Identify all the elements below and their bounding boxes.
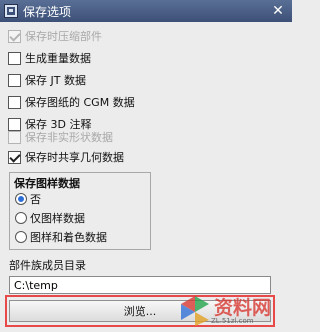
- option-non-solid-shape[interactable]: 保存非实形状数据: [8, 128, 113, 146]
- radio-option-pattern-only[interactable]: 仅图样数据: [15, 209, 85, 226]
- member-directory-label: 部件族成员目录: [9, 259, 86, 272]
- option-jt-data[interactable]: 保存 JT 数据: [8, 71, 86, 89]
- option-label: 保存时压缩部件: [25, 30, 102, 43]
- radio-button-pattern-only[interactable]: [15, 211, 27, 224]
- option-label: 生成重量数据: [25, 52, 91, 65]
- member-directory-input[interactable]: [9, 276, 271, 294]
- dialog-title: 保存选项: [23, 4, 72, 19]
- option-label: 保存 JT 数据: [25, 74, 86, 87]
- option-label: 保存图纸的 CGM 数据: [25, 96, 135, 109]
- checkbox-share-geometry[interactable]: [8, 150, 21, 164]
- option-compress-part[interactable]: 保存时压缩部件: [8, 27, 102, 45]
- checkbox-non-solid-shape[interactable]: [8, 130, 21, 144]
- radio-option-pattern-shaded[interactable]: 图样和着色数据: [15, 228, 107, 245]
- checkbox-weight-data[interactable]: [8, 51, 21, 65]
- pattern-data-group: 保存图样数据 否 仅图样数据 图样和着色数据: [9, 172, 151, 250]
- radio-label: 图样和着色数据: [30, 230, 107, 244]
- option-cgm-data[interactable]: 保存图纸的 CGM 数据: [8, 93, 135, 111]
- option-share-geometry[interactable]: 保存时共享几何数据: [8, 148, 124, 166]
- option-weight-data[interactable]: 生成重量数据: [8, 49, 91, 67]
- radio-option-no[interactable]: 否: [15, 190, 41, 207]
- radio-button-no[interactable]: [15, 192, 27, 205]
- radio-label: 仅图样数据: [30, 211, 85, 225]
- group-title: 保存图样数据: [14, 177, 80, 190]
- checkbox-cgm-data[interactable]: [8, 95, 21, 109]
- checkbox-jt-data[interactable]: [8, 73, 21, 87]
- radio-label: 否: [30, 192, 41, 206]
- option-label: 保存非实形状数据: [25, 131, 113, 144]
- save-options-dialog: 保存选项 ✕ 保存时压缩部件 生成重量数据 保存 JT 数据 保存图纸的 CGM…: [0, 0, 292, 332]
- close-icon[interactable]: ✕: [270, 3, 286, 19]
- option-label: 保存时共享几何数据: [25, 151, 124, 164]
- radio-button-pattern-shaded[interactable]: [15, 230, 27, 243]
- checkbox-compress-part[interactable]: [8, 29, 21, 43]
- title-bar[interactable]: 保存选项 ✕: [0, 0, 292, 22]
- app-icon: [4, 4, 18, 18]
- browse-button[interactable]: 浏览...: [9, 300, 271, 322]
